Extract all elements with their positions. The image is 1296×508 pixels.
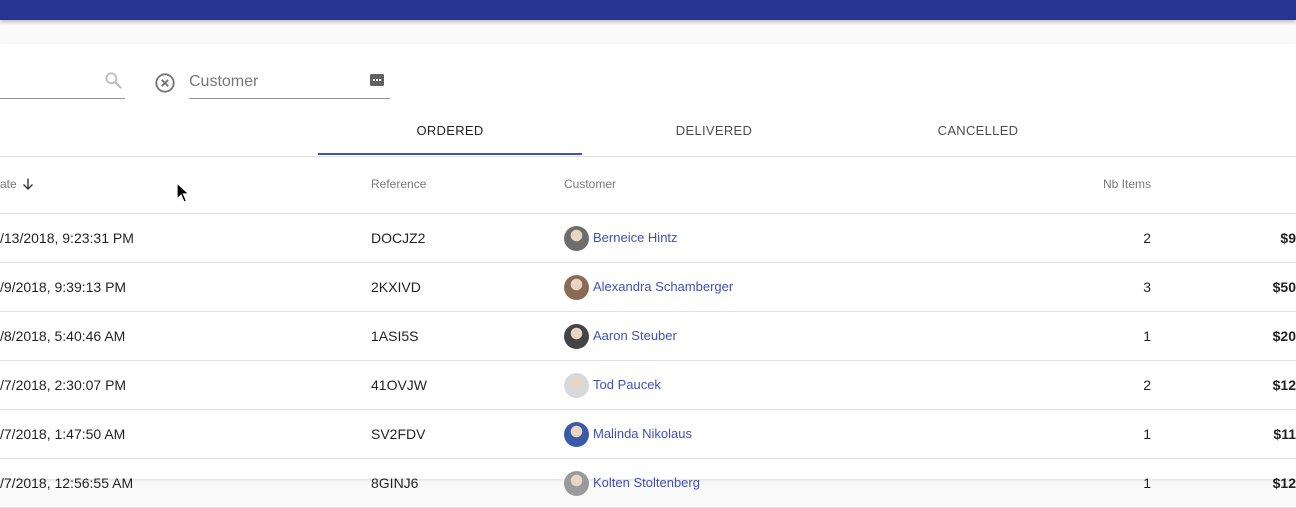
dropdown-icon[interactable] [369, 72, 385, 88]
table-row[interactable]: /8/2018, 5:40:46 AM 1ASI5S Aaron Steuber… [0, 312, 1296, 361]
search-icon[interactable] [103, 70, 123, 90]
cell-nb-items: 1 [1143, 328, 1151, 344]
cell-nb-items: 3 [1143, 279, 1151, 295]
cell-date: /7/2018, 12:56:55 AM [0, 475, 134, 491]
search-filter[interactable] [0, 62, 125, 99]
cell-nb-items: 1 [1143, 475, 1151, 491]
avatar [564, 323, 589, 349]
cell-customer: Aaron Steuber [564, 312, 677, 360]
avatar [564, 274, 589, 300]
cell-nb-items: 2 [1143, 377, 1151, 393]
cell-reference: 1ASI5S [371, 328, 419, 344]
status-tabs: ORDERED DELIVERED CANCELLED [0, 106, 1296, 157]
cell-nb-items: 2 [1143, 230, 1151, 246]
table-row[interactable]: /7/2018, 12:56:55 AM 8GINJ6 Kolten Stolt… [0, 459, 1296, 508]
close-circle-icon[interactable] [154, 72, 176, 94]
cell-total: $9 [1280, 230, 1296, 246]
table-row[interactable]: /7/2018, 2:30:07 PM 41OVJW Tod Paucek 2 … [0, 361, 1296, 410]
tab-indicator [318, 153, 582, 155]
cell-total: $12 [1272, 377, 1296, 393]
table-row[interactable]: /7/2018, 1:47:50 AM SV2FDV Malinda Nikol… [0, 410, 1296, 459]
cell-total: $50 [1272, 279, 1296, 295]
customer-input[interactable] [189, 70, 359, 94]
cell-total: $12 [1272, 475, 1296, 491]
avatar [564, 421, 589, 447]
cell-date: /7/2018, 2:30:07 PM [0, 377, 127, 393]
cell-customer: Berneice Hintz [564, 214, 678, 262]
customer-link[interactable]: Kolten Stoltenberg [593, 459, 700, 507]
tab-ordered[interactable]: ORDERED [318, 106, 582, 156]
cell-customer: Malinda Nikolaus [564, 410, 692, 458]
avatar [564, 225, 589, 251]
tab-delivered[interactable]: DELIVERED [582, 106, 846, 156]
column-header-nb-items[interactable]: Nb Items [1100, 157, 1151, 213]
cell-customer: Alexandra Schamberger [564, 263, 733, 311]
customer-link[interactable]: Malinda Nikolaus [593, 410, 692, 458]
customer-link[interactable]: Berneice Hintz [593, 214, 678, 262]
customer-link[interactable]: Alexandra Schamberger [593, 263, 733, 311]
column-header-date[interactable]: ate [0, 157, 35, 213]
column-header-customer[interactable]: Customer [564, 157, 616, 213]
avatar [564, 372, 589, 398]
cell-customer: Tod Paucek [564, 361, 661, 409]
cell-date: /9/2018, 9:39:13 PM [0, 279, 127, 295]
column-header-reference[interactable]: Reference [371, 157, 426, 213]
cell-total: $11 [1273, 426, 1296, 442]
cell-date: /7/2018, 1:47:50 AM [0, 426, 126, 442]
cell-reference: SV2FDV [371, 426, 426, 442]
tab-cancelled[interactable]: CANCELLED [846, 106, 1110, 156]
cell-reference: 2KXIVD [371, 279, 421, 295]
cell-customer: Kolten Stoltenberg [564, 459, 700, 507]
cell-reference: DOCJZ2 [371, 230, 426, 246]
cell-reference: 8GINJ6 [371, 475, 419, 491]
table-header: ate Reference Customer Nb Items [0, 157, 1296, 214]
app-bar [0, 0, 1296, 20]
customer-filter[interactable] [189, 62, 390, 99]
cell-reference: 41OVJW [371, 377, 428, 393]
customer-link[interactable]: Aaron Steuber [593, 312, 677, 360]
cell-nb-items: 1 [1143, 426, 1151, 442]
cell-date: /8/2018, 5:40:46 AM [0, 328, 126, 344]
table-row[interactable]: /9/2018, 9:39:13 PM 2KXIVD Alexandra Sch… [0, 263, 1296, 312]
customer-link[interactable]: Tod Paucek [593, 361, 661, 409]
column-header-date-label: ate [0, 177, 17, 191]
avatar [564, 470, 589, 496]
cell-date: /13/2018, 9:23:31 PM [0, 230, 134, 246]
table-row[interactable]: /13/2018, 9:23:31 PM DOCJZ2 Berneice Hin… [0, 214, 1296, 263]
cell-total: $20 [1272, 328, 1296, 344]
arrow-down-icon [22, 178, 33, 190]
mouse-cursor-icon [176, 182, 190, 203]
